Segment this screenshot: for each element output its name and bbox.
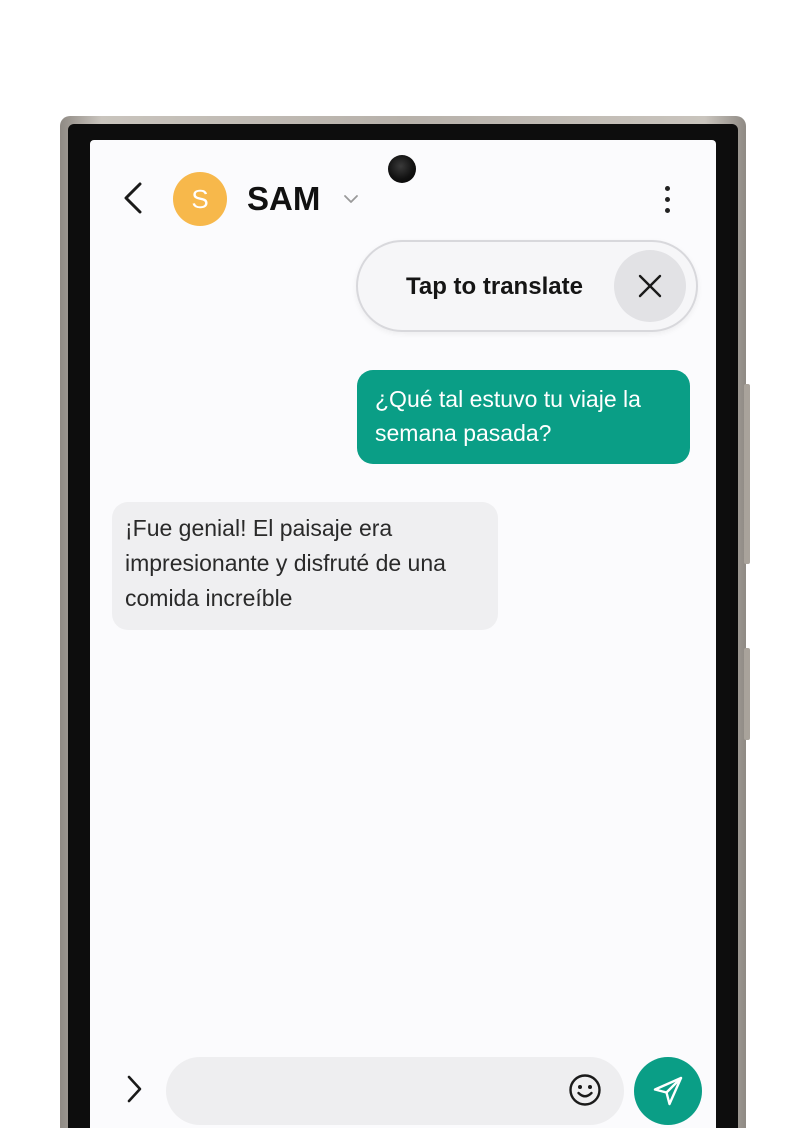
send-icon bbox=[653, 1076, 683, 1106]
stage: S SAM Tap to translate ¿Qué tal estuvo t… bbox=[0, 0, 808, 1128]
more-options-button[interactable] bbox=[652, 180, 682, 218]
composer-expand-button[interactable] bbox=[120, 1071, 148, 1107]
more-vertical-icon-dot bbox=[664, 207, 670, 213]
emoji-icon bbox=[569, 1074, 601, 1106]
message-bubble-sent[interactable]: ¿Qué tal estuvo tu viaje la semana pasad… bbox=[357, 370, 690, 464]
avatar-initial: S bbox=[191, 183, 209, 214]
side-button-volume bbox=[744, 648, 750, 740]
contact-avatar[interactable]: S bbox=[173, 172, 227, 226]
chevron-down-icon[interactable] bbox=[342, 190, 360, 208]
message-input[interactable] bbox=[166, 1057, 624, 1125]
translate-close-button[interactable] bbox=[614, 250, 686, 322]
message-bubble-received[interactable]: ¡Fue genial! El paisaje era impresionant… bbox=[112, 502, 498, 630]
side-button-power bbox=[744, 384, 750, 564]
translate-label[interactable]: Tap to translate bbox=[406, 271, 583, 303]
emoji-button[interactable] bbox=[567, 1072, 603, 1108]
close-icon bbox=[638, 274, 662, 298]
front-camera bbox=[388, 155, 416, 183]
send-button[interactable] bbox=[634, 1057, 702, 1125]
back-arrow-icon bbox=[124, 182, 142, 214]
contact-name[interactable]: SAM bbox=[247, 177, 320, 221]
more-vertical-icon bbox=[664, 185, 670, 191]
more-vertical-icon-dot bbox=[664, 196, 670, 202]
back-button[interactable] bbox=[118, 180, 148, 216]
expand-chevron-icon bbox=[127, 1075, 142, 1103]
